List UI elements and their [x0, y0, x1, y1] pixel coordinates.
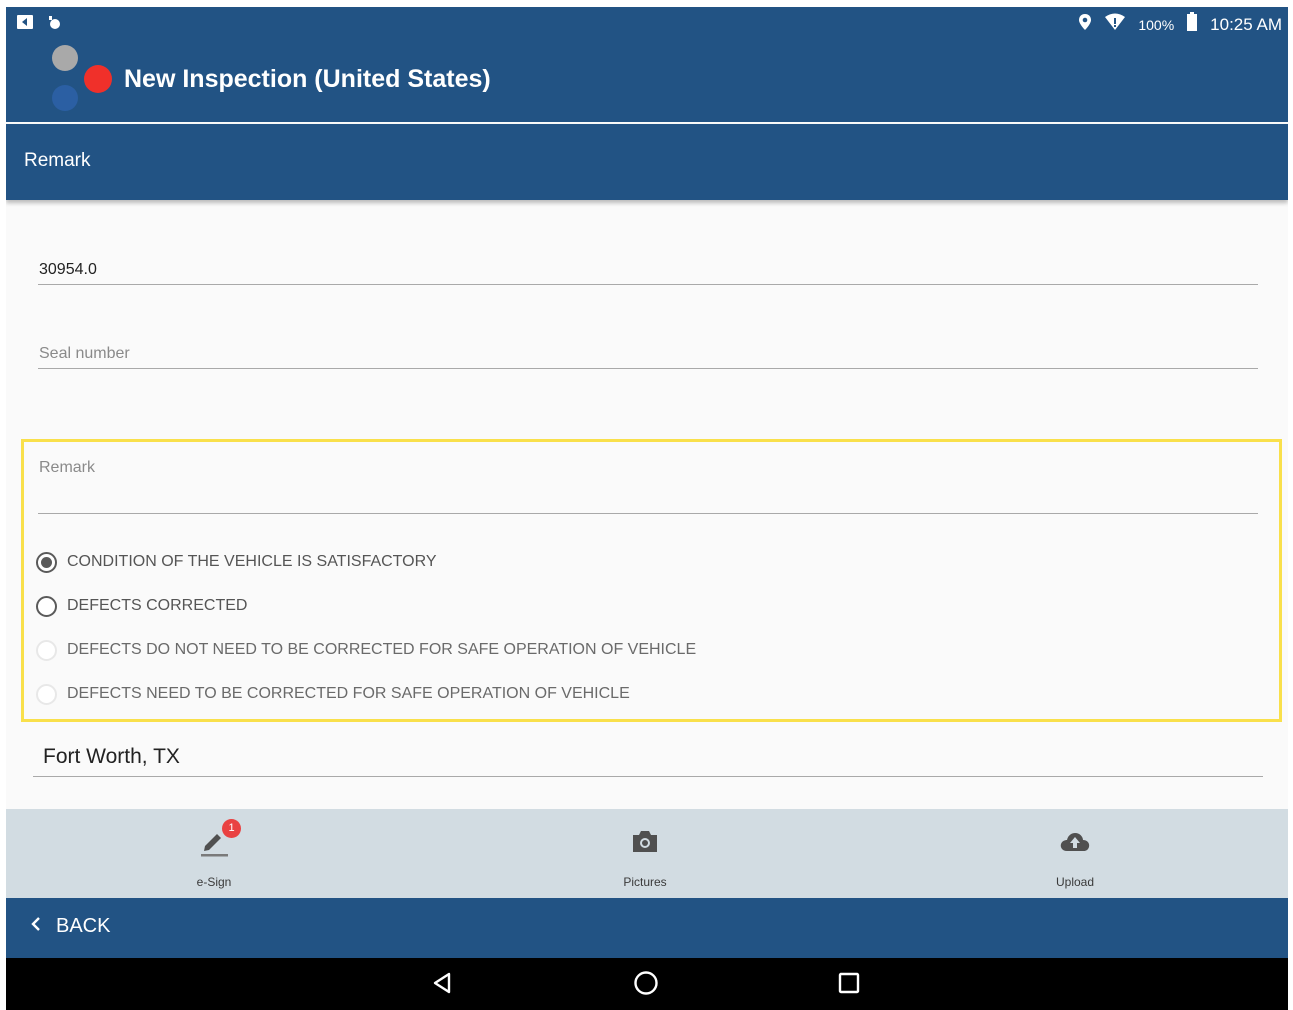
battery-icon	[1186, 12, 1198, 37]
system-nav-bar	[6, 958, 1288, 1010]
remark-field[interactable]: Remark	[38, 454, 1258, 514]
camera-icon	[585, 823, 705, 859]
radio-label: DEFECTS NEED TO BE CORRECTED FOR SAFE OP…	[67, 685, 630, 702]
triangle-back-icon	[430, 971, 454, 1000]
nav-home-button[interactable]	[630, 969, 662, 1001]
logo-blue-dot	[52, 85, 78, 111]
app-window: 100% 10:25 AM New Inspection (United Sta…	[6, 7, 1288, 1010]
location-field[interactable]: Fort Worth, TX	[33, 741, 1263, 777]
radio-option-defects-corrected[interactable]: DEFECTS CORRECTED	[36, 591, 247, 621]
clock: 10:25 AM	[1210, 14, 1282, 34]
radio-option-satisfactory[interactable]: CONDITION OF THE VEHICLE IS SATISFACTORY	[36, 547, 437, 577]
section-title: Remark	[24, 150, 91, 171]
esign-label: e-Sign	[196, 875, 232, 889]
square-recents-icon	[837, 971, 861, 1000]
page-title: New Inspection (United States)	[124, 65, 491, 93]
remark-placeholder: Remark	[39, 459, 96, 476]
back-button[interactable]: BACK	[30, 915, 110, 938]
seal-number-field[interactable]: Seal number	[38, 335, 1258, 369]
app-bar: 100% 10:25 AM New Inspection (United Sta…	[6, 7, 1288, 122]
status-bar: 100% 10:25 AM	[6, 7, 1288, 39]
upload-label: Upload	[1055, 875, 1095, 889]
location-pin-icon	[1078, 13, 1092, 36]
radio-button[interactable]	[36, 595, 57, 617]
radio-label: CONDITION OF THE VEHICLE IS SATISFACTORY	[67, 553, 437, 570]
upload-button[interactable]: Upload	[1015, 809, 1135, 898]
radio-option-defects-need-correction: DEFECTS NEED TO BE CORRECTED FOR SAFE OP…	[36, 679, 630, 709]
circle-home-icon	[633, 970, 659, 1001]
odometer-value: 30954.0	[39, 261, 97, 278]
screenshot-icon	[16, 14, 34, 35]
radio-button-disabled	[36, 639, 57, 661]
action-bar: e-Sign 1 Pictures Upload	[6, 809, 1288, 898]
pen-icon	[154, 823, 274, 859]
nav-back-button[interactable]	[426, 969, 458, 1001]
chevron-left-icon	[30, 915, 42, 938]
nav-recents-button[interactable]	[833, 969, 865, 1001]
radio-label: DEFECTS CORRECTED	[67, 597, 248, 614]
pictures-button[interactable]: Pictures	[585, 809, 705, 898]
radio-button-checked[interactable]	[36, 551, 57, 573]
radio-label: DEFECTS DO NOT NEED TO BE CORRECTED FOR …	[67, 641, 697, 658]
battery-percent: 100%	[1138, 16, 1175, 33]
radio-option-defects-not-need-correction: DEFECTS DO NOT NEED TO BE CORRECTED FOR …	[36, 635, 696, 665]
section-header: Remark	[6, 124, 1288, 200]
radio-button-disabled	[36, 683, 57, 705]
app-logo	[50, 43, 116, 111]
esign-button[interactable]: e-Sign	[154, 809, 274, 898]
esign-badge: 1	[222, 819, 241, 838]
notification-icon	[46, 14, 62, 35]
location-value: Fort Worth, TX	[43, 745, 180, 768]
back-label: BACK	[56, 915, 111, 937]
pictures-label: Pictures	[623, 875, 667, 889]
back-bar: BACK	[6, 898, 1288, 958]
odometer-field[interactable]: 30954.0	[38, 251, 1258, 285]
wifi-icon	[1104, 13, 1126, 36]
logo-red-dot	[84, 65, 112, 93]
logo-grey-dot	[52, 45, 78, 71]
cloud-upload-icon	[1015, 823, 1135, 859]
seal-number-placeholder: Seal number	[39, 345, 130, 362]
